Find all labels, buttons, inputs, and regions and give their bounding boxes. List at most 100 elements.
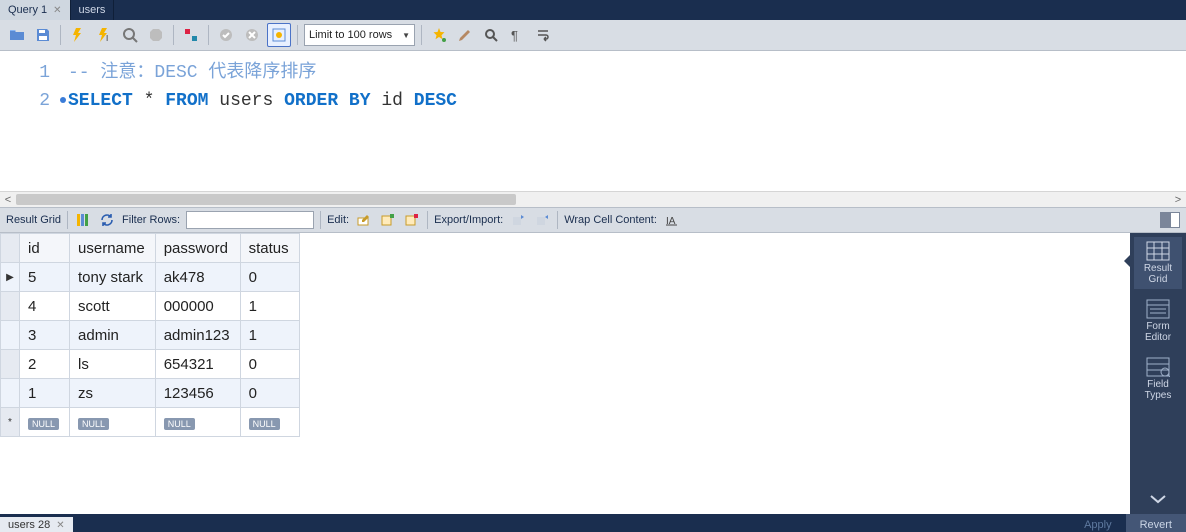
cell[interactable]: zs xyxy=(70,379,156,408)
side-tab-label: Result Grid xyxy=(1144,263,1172,285)
side-tab-result-grid[interactable]: Result Grid xyxy=(1134,237,1182,289)
cell[interactable]: 4 xyxy=(20,292,70,321)
autocommit-on-icon[interactable] xyxy=(241,24,263,46)
result-grid[interactable]: id username password status ▶5tony stark… xyxy=(0,233,1130,514)
cell[interactable]: 000000 xyxy=(155,292,240,321)
execute-icon[interactable] xyxy=(67,24,89,46)
cell[interactable]: 654321 xyxy=(155,350,240,379)
footer-result-tab[interactable]: users 28 ✕ xyxy=(0,517,73,532)
wrap-icon[interactable] xyxy=(532,24,554,46)
cell[interactable]: ls xyxy=(70,350,156,379)
cell[interactable]: 123456 xyxy=(155,379,240,408)
cell-null[interactable]: NULL xyxy=(70,408,156,437)
cell-null[interactable]: NULL xyxy=(20,408,70,437)
line-number: 2 xyxy=(10,87,68,115)
cell[interactable]: 1 xyxy=(240,292,299,321)
apply-button[interactable]: Apply xyxy=(1070,514,1126,532)
limit-rows-dropdown[interactable]: Limit to 100 rows ▼ xyxy=(304,24,415,46)
filter-rows-input[interactable] xyxy=(186,211,314,229)
cell-null[interactable]: NULL xyxy=(240,408,299,437)
line-number: 1 xyxy=(10,59,68,87)
close-icon[interactable]: ✕ xyxy=(56,520,64,531)
close-icon[interactable]: ✕ xyxy=(53,5,61,16)
beautify-icon[interactable] xyxy=(428,24,450,46)
edit-row-icon[interactable] xyxy=(355,211,373,229)
scroll-right-icon[interactable]: > xyxy=(1170,194,1186,206)
cell[interactable]: tony stark xyxy=(70,263,156,292)
cell[interactable]: admin123 xyxy=(155,321,240,350)
scroll-thumb[interactable] xyxy=(16,194,516,205)
table-row[interactable]: 1zs1234560 xyxy=(1,379,300,408)
paragraph-icon[interactable]: ¶ xyxy=(506,24,528,46)
column-header[interactable]: username xyxy=(70,234,156,263)
cell[interactable]: scott xyxy=(70,292,156,321)
row-marker xyxy=(1,379,20,408)
row-marker xyxy=(1,350,20,379)
row-marker xyxy=(1,292,20,321)
editor-tabstrip: Query 1 ✕ users xyxy=(0,0,1186,20)
column-header[interactable]: id xyxy=(20,234,70,263)
row-marker: * xyxy=(1,408,20,437)
cell[interactable]: 3 xyxy=(20,321,70,350)
result-grid-label: Result Grid xyxy=(6,214,61,226)
side-tab-field-types[interactable]: Field Types xyxy=(1134,353,1182,405)
toggle-autocommit-icon[interactable] xyxy=(267,23,291,47)
find-icon[interactable] xyxy=(480,24,502,46)
column-header[interactable]: password xyxy=(155,234,240,263)
chevron-down-icon: ▼ xyxy=(402,31,410,40)
row-header-col xyxy=(1,234,20,263)
side-tab-label: Field Types xyxy=(1145,379,1172,401)
table-row-new[interactable]: *NULLNULLNULLNULL xyxy=(1,408,300,437)
table-row[interactable]: 4scott0000001 xyxy=(1,292,300,321)
column-header[interactable]: status xyxy=(240,234,299,263)
save-icon[interactable] xyxy=(32,24,54,46)
refresh-icon[interactable] xyxy=(98,211,116,229)
brush-icon[interactable] xyxy=(454,24,476,46)
cell[interactable]: 1 xyxy=(20,379,70,408)
explain-icon[interactable] xyxy=(119,24,141,46)
result-area: id username password status ▶5tony stark… xyxy=(0,233,1186,514)
delete-row-icon[interactable] xyxy=(403,211,421,229)
grid-columns-icon[interactable] xyxy=(74,211,92,229)
cell[interactable]: 2 xyxy=(20,350,70,379)
footer-tab-label: users 28 xyxy=(8,519,50,531)
svg-text:I: I xyxy=(106,34,108,43)
side-tab-form-editor[interactable]: Form Editor xyxy=(1134,295,1182,347)
edit-label: Edit: xyxy=(327,214,349,226)
cell[interactable]: admin xyxy=(70,321,156,350)
wrap-cell-icon[interactable]: IA xyxy=(663,211,681,229)
row-marker xyxy=(1,321,20,350)
editor-horizontal-scrollbar[interactable]: < > xyxy=(0,191,1186,207)
cell[interactable]: 1 xyxy=(240,321,299,350)
add-row-icon[interactable] xyxy=(379,211,397,229)
tab-label: users xyxy=(79,4,106,16)
execute-current-icon[interactable]: I xyxy=(93,24,115,46)
sql-editor[interactable]: 1 -- 注意：DESC 代表降序排序 2 SELECT * FROM user… xyxy=(0,51,1186,191)
cell[interactable]: ak478 xyxy=(155,263,240,292)
autocommit-off-icon[interactable] xyxy=(215,24,237,46)
side-tab-label: Form Editor xyxy=(1145,321,1171,343)
cell-null[interactable]: NULL xyxy=(155,408,240,437)
chevron-down-icon[interactable] xyxy=(1149,493,1167,514)
sql-statement: SELECT * FROM users ORDER BY id DESC xyxy=(68,87,457,115)
tab-users[interactable]: users xyxy=(71,0,115,20)
row-marker: ▶ xyxy=(1,263,20,292)
cell[interactable]: 0 xyxy=(240,263,299,292)
export-icon[interactable] xyxy=(509,211,527,229)
cell[interactable]: 0 xyxy=(240,350,299,379)
table-row[interactable]: 2ls6543210 xyxy=(1,350,300,379)
cell[interactable]: 0 xyxy=(240,379,299,408)
import-icon[interactable] xyxy=(533,211,551,229)
open-file-icon[interactable] xyxy=(6,24,28,46)
table-row[interactable]: 3adminadmin1231 xyxy=(1,321,300,350)
commit-icon[interactable] xyxy=(180,24,202,46)
cell[interactable]: 5 xyxy=(20,263,70,292)
stop-icon[interactable] xyxy=(145,24,167,46)
panel-toggle-icon[interactable] xyxy=(1160,212,1180,228)
table-row[interactable]: ▶5tony starkak4780 xyxy=(1,263,300,292)
tab-query-1[interactable]: Query 1 ✕ xyxy=(0,0,71,20)
wrap-cell-label: Wrap Cell Content: xyxy=(564,214,657,226)
revert-button[interactable]: Revert xyxy=(1126,514,1186,532)
breakpoint-dot-icon[interactable] xyxy=(60,97,66,103)
scroll-left-icon[interactable]: < xyxy=(0,194,16,206)
